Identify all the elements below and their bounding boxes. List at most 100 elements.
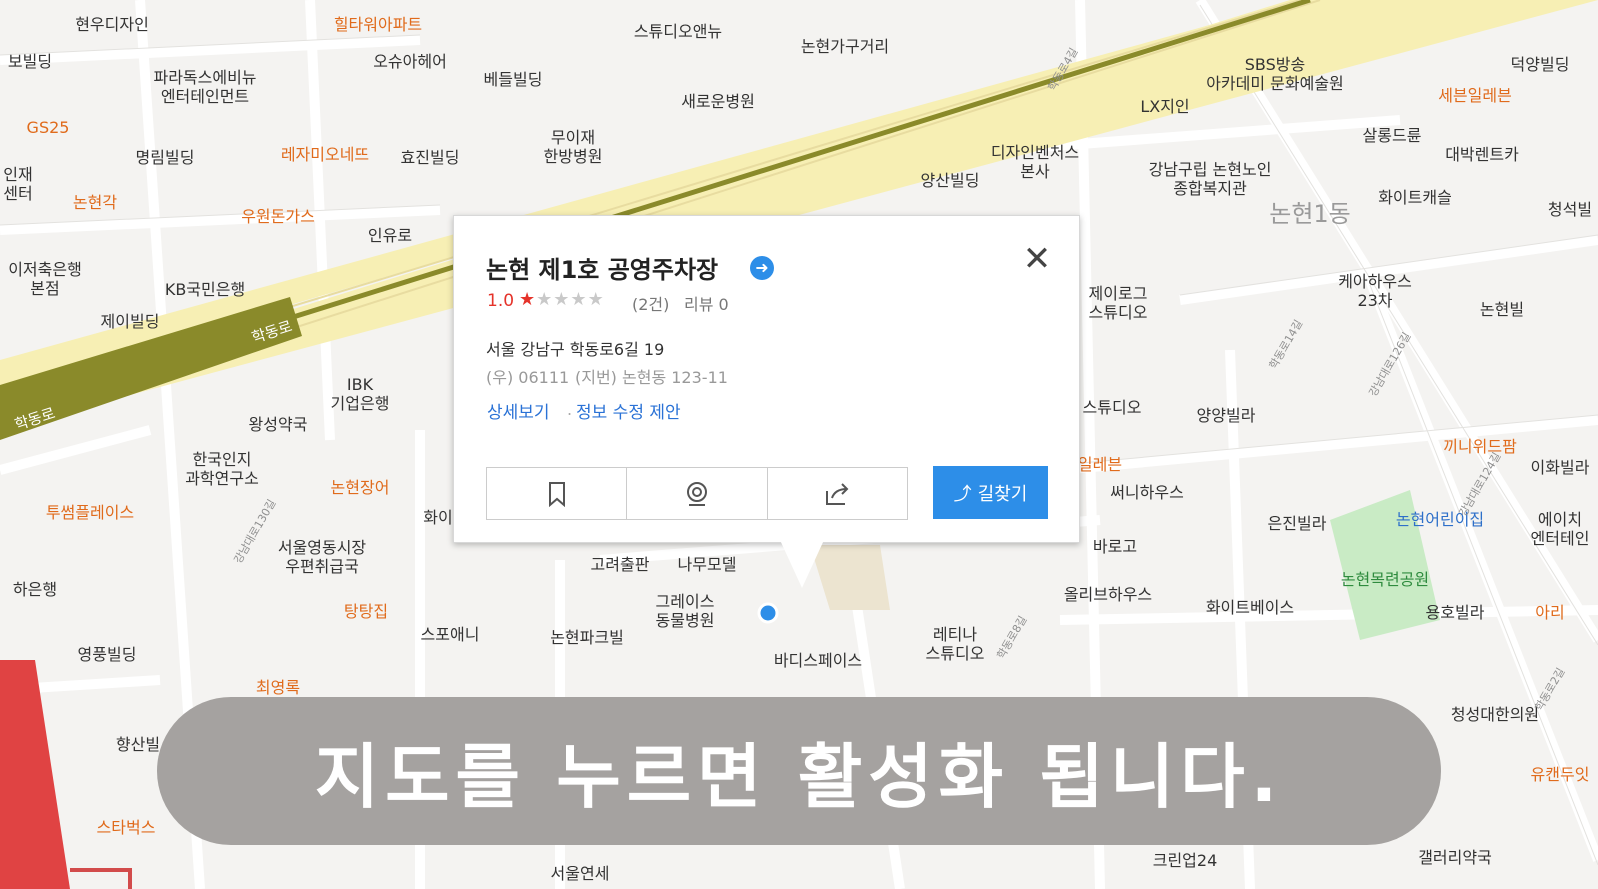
close-icon[interactable]: ✕ bbox=[1020, 242, 1054, 276]
poi-label[interactable]: 왕성약국 bbox=[249, 415, 308, 434]
poi-label[interactable]: 힐타워아파트 bbox=[334, 15, 422, 34]
poi-label[interactable]: LX지인 bbox=[1140, 97, 1189, 116]
poi-label[interactable]: 유캔두잇 bbox=[1531, 765, 1590, 784]
share-button[interactable] bbox=[768, 468, 907, 519]
poi-label[interactable]: 양양빌라 bbox=[1197, 406, 1256, 425]
poi-label[interactable]: 향산빌 bbox=[116, 735, 160, 754]
poi-label[interactable]: 논현목련공원 bbox=[1341, 570, 1429, 589]
route-icon: ⤴ bbox=[953, 483, 972, 505]
poi-label[interactable]: 논현각 bbox=[73, 193, 117, 212]
route-button[interactable]: ⤴ 길찾기 bbox=[933, 466, 1048, 519]
star-icon: ★ bbox=[536, 289, 554, 310]
arrow-right-icon[interactable]: ➜ bbox=[750, 256, 774, 280]
poi-label[interactable]: 우원돈가스 bbox=[241, 207, 315, 226]
poi-label[interactable]: 논현빌 bbox=[1480, 300, 1524, 319]
poi-label[interactable]: 이화빌라 bbox=[1531, 458, 1590, 477]
poi-label[interactable]: 하은행 bbox=[13, 580, 57, 599]
poi-label[interactable]: 용호빌라 bbox=[1426, 603, 1485, 622]
poi-label[interactable]: 오슈아헤어 bbox=[373, 52, 447, 71]
roadview-icon bbox=[686, 481, 707, 506]
poi-label[interactable]: 서울연세 bbox=[551, 864, 610, 883]
poi-label[interactable]: 파라독스에비뉴 엔터테인먼트 bbox=[153, 68, 256, 106]
poi-label[interactable]: 화이트베이스 bbox=[1206, 598, 1294, 617]
poi-label[interactable]: 제이빌딩 bbox=[101, 312, 160, 331]
poi-label[interactable]: IBK 기업은행 bbox=[331, 375, 390, 413]
poi-label[interactable]: 일레븐 bbox=[1078, 455, 1122, 474]
review-count[interactable]: 리뷰 0 bbox=[684, 291, 729, 315]
star-icon: ★ bbox=[570, 289, 588, 310]
poi-label[interactable]: 양산빌딩 bbox=[921, 171, 980, 190]
activation-overlay[interactable]: 지도를 누르면 활성화 됩니다. bbox=[157, 697, 1441, 845]
poi-label[interactable]: 청성대한의원 bbox=[1451, 705, 1539, 724]
poi-label[interactable]: 끼니위드팜 bbox=[1443, 437, 1517, 456]
poi-label[interactable]: 스튜디오 bbox=[1083, 398, 1142, 417]
poi-label[interactable]: 스포애니 bbox=[421, 625, 480, 644]
poi-label[interactable]: 화이 bbox=[423, 508, 452, 527]
poi-label[interactable]: 크린업24 bbox=[1153, 851, 1218, 870]
poi-label[interactable]: 논현장어 bbox=[331, 478, 390, 497]
roadview-button[interactable] bbox=[627, 468, 768, 519]
star-icon: ★ bbox=[553, 289, 571, 310]
poi-label[interactable]: 덕양빌딩 bbox=[1511, 55, 1570, 74]
bookmark-icon bbox=[548, 481, 565, 507]
poi-label[interactable]: 은진빌라 bbox=[1268, 514, 1327, 533]
poi-label[interactable]: 강남구립 논현노인 종합복지관 bbox=[1149, 160, 1272, 198]
poi-label[interactable]: 투썸플레이스 bbox=[46, 503, 134, 522]
poi-label[interactable]: 스튜디오앤뉴 bbox=[634, 22, 722, 41]
poi-label[interactable]: 에이치 엔터테인 bbox=[1531, 510, 1590, 548]
poi-label[interactable]: 보빌딩 bbox=[8, 52, 52, 71]
poi-label[interactable]: 레티나 스튜디오 bbox=[926, 625, 985, 663]
poi-label[interactable]: 살롱드륜 bbox=[1363, 126, 1422, 145]
overlay-message: 지도를 누르면 활성화 됩니다. bbox=[314, 735, 1284, 818]
poi-label[interactable]: 현우디자인 bbox=[75, 15, 149, 34]
place-popup[interactable]: 논현 제1호 공영주차장 ➜ ✕ 1.0 ★★★★★ (2건) 리뷰 0 서울 … bbox=[453, 215, 1080, 588]
poi-label[interactable]: 갤러리약국 bbox=[1418, 848, 1492, 867]
poi-label[interactable]: 명림빌딩 bbox=[136, 148, 195, 167]
poi-label[interactable]: 나무모델 bbox=[678, 555, 737, 574]
poi-label[interactable]: 고려출판 bbox=[591, 555, 650, 574]
poi-label[interactable]: 바로고 bbox=[1093, 537, 1137, 556]
poi-label[interactable]: 세븐일레븐 bbox=[1438, 86, 1512, 105]
poi-label[interactable]: 최영록 bbox=[256, 678, 300, 697]
jibun-text: (지번) 논현동 123-11 bbox=[575, 368, 728, 387]
poi-label[interactable]: 무이재 한방병원 bbox=[544, 128, 603, 166]
rating-count: (2건) bbox=[632, 295, 670, 314]
poi-label[interactable]: 효진빌딩 bbox=[401, 148, 460, 167]
poi-label[interactable]: 스타벅스 bbox=[97, 818, 156, 837]
poi-label[interactable]: 청석빌 bbox=[1548, 200, 1592, 219]
poi-label[interactable]: 논현파크빌 bbox=[550, 628, 624, 647]
poi-label[interactable]: 새로운병원 bbox=[681, 92, 755, 111]
poi-label[interactable]: 그레이스 동물병원 bbox=[656, 592, 715, 630]
detail-link[interactable]: 상세보기 bbox=[487, 398, 550, 423]
poi-label[interactable]: 영풍빌딩 bbox=[78, 645, 137, 664]
poi-label[interactable]: 제이로그 스튜디오 bbox=[1089, 284, 1148, 322]
star-icon: ★ bbox=[519, 289, 537, 310]
poi-label[interactable]: 인유로 bbox=[368, 226, 412, 245]
poi-label[interactable]: 한국인지 과학연구소 bbox=[185, 450, 259, 488]
route-label: 길찾기 bbox=[977, 483, 1028, 505]
place-name[interactable]: 논현 제1호 공영주차장 bbox=[486, 250, 718, 285]
edit-suggest-link[interactable]: 정보 수정 제안 bbox=[576, 398, 681, 423]
poi-label[interactable]: 올리브하우스 bbox=[1064, 585, 1152, 604]
poi-label[interactable]: 레자미오네뜨 bbox=[281, 145, 369, 164]
poi-label[interactable]: 이저축은행 본점 bbox=[8, 260, 82, 298]
poi-label[interactable]: KB국민은행 bbox=[165, 280, 245, 299]
poi-label[interactable]: 베들빌딩 bbox=[484, 70, 543, 89]
poi-label[interactable]: 바디스페이스 bbox=[774, 651, 862, 670]
poi-label[interactable]: 논현가구거리 bbox=[801, 37, 889, 56]
bookmark-button[interactable] bbox=[487, 468, 628, 519]
poi-label[interactable]: 인재 센터 bbox=[3, 165, 32, 203]
rating-stars: ★★★★★ bbox=[519, 289, 605, 310]
poi-label[interactable]: 디자인벤처스 본사 bbox=[991, 143, 1079, 181]
poi-label[interactable]: 서울영동시장 우편취급국 bbox=[278, 538, 366, 576]
poi-label[interactable]: 아리 bbox=[1535, 603, 1564, 622]
poi-label[interactable]: GS25 bbox=[27, 118, 70, 137]
poi-label[interactable]: 써니하우스 bbox=[1110, 483, 1184, 502]
poi-label[interactable]: 케아하우스 23차 bbox=[1338, 272, 1412, 310]
poi-label[interactable]: SBS방송 아카데미 문화예술원 bbox=[1206, 55, 1344, 93]
popup-tail bbox=[780, 540, 824, 588]
poi-label[interactable]: 화이트캐슬 bbox=[1378, 188, 1452, 207]
poi-label[interactable]: 대박렌트카 bbox=[1445, 145, 1519, 164]
poi-label[interactable]: 탕탕집 bbox=[344, 602, 388, 621]
map-canvas[interactable]: 현우디자인 힐타워아파트 스튜디오앤뉴논현가구거리보빌딩파라독스에비뉴 엔터테인먼트 오… bbox=[0, 0, 1598, 889]
